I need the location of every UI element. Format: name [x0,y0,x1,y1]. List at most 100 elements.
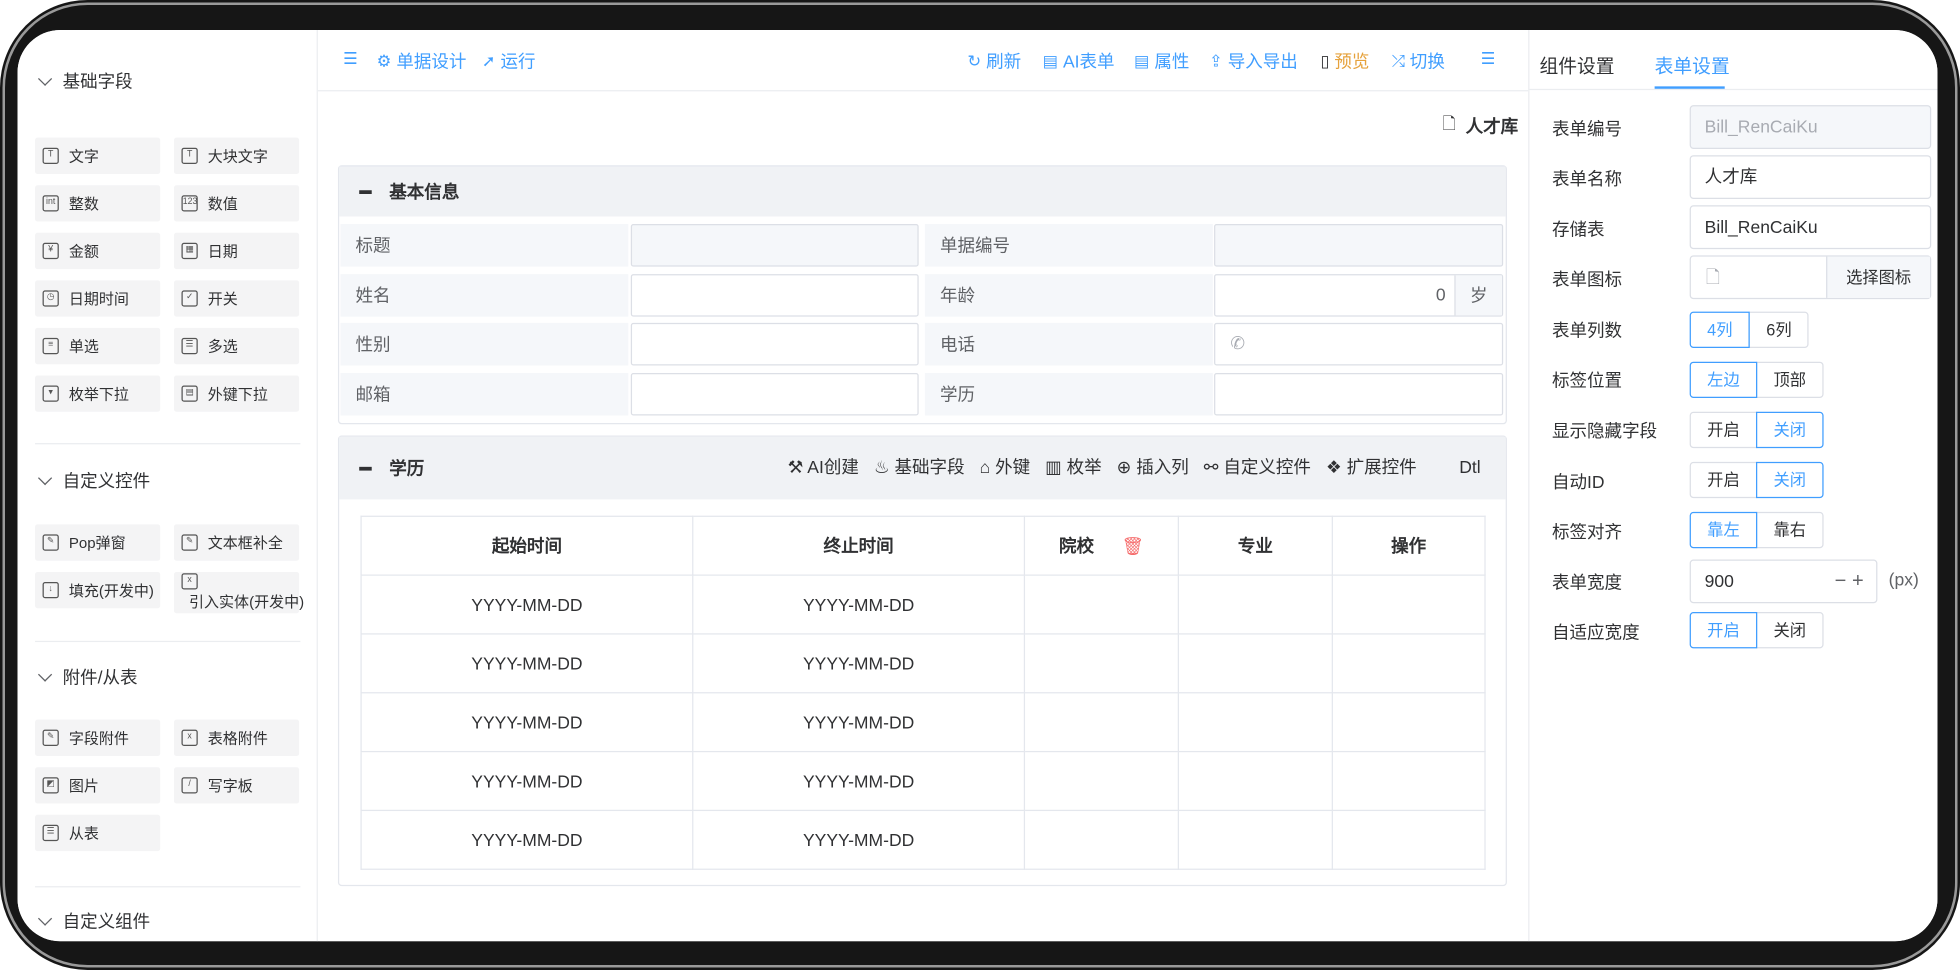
table-cell[interactable]: YYYY-MM-DD [692,750,1026,812]
gender-input[interactable] [630,322,919,366]
palette-item-field-attachment[interactable]: ✎ 字段附件 [35,719,161,756]
group-custom-components[interactable]: 自定义组件 [37,909,150,934]
ai-create-button[interactable]: ⚒ AI创建 [788,454,859,479]
switch-button[interactable]: ⤮ 切换 [1392,49,1445,74]
trash-icon[interactable]: 🗑 [1122,536,1144,556]
table-cell[interactable]: YYYY-MM-DD [360,574,694,635]
phone-input[interactable]: ✆ [1214,322,1504,366]
group-basic-fields[interactable]: 基础字段 [37,69,133,94]
tab-form-settings[interactable]: 表单设置 [1655,53,1730,79]
collapse-left-button[interactable]: ☰ [343,49,358,69]
form-width-input[interactable]: 900 − + [1689,559,1878,604]
palette-item-switch[interactable]: ✓ 开关 [173,280,300,317]
table-cell[interactable] [1023,633,1180,694]
table-cell[interactable] [1331,633,1486,694]
palette-item-money[interactable]: ¥ 金额 [35,232,161,270]
palette-item-radio[interactable]: ≡ 单选 [35,327,161,365]
table-cell[interactable] [1023,809,1180,870]
plus-icon[interactable]: + [1852,571,1864,592]
table-cell[interactable] [1177,633,1333,694]
table-cell[interactable] [1331,574,1486,635]
palette-item-fk-dropdown[interactable]: ▤ 外键下拉 [173,375,300,412]
table-cell[interactable]: YYYY-MM-DD [692,633,1026,694]
ai-form-button[interactable]: ▤ AI表单 [1043,49,1115,74]
column-header[interactable]: 终止时间 [692,515,1026,576]
palette-item-whiteboard[interactable]: / 写字板 [173,767,300,804]
section-header[interactable]: 基本信息 [339,166,1506,217]
palette-item-import-entity[interactable]: x 引入实体(开发中) [173,571,304,614]
palette-item-number[interactable]: 123 数值 [173,185,300,222]
table-cell[interactable] [1177,750,1333,812]
run-button[interactable]: ➚ 运行 [482,49,536,74]
table-cell[interactable]: YYYY-MM-DD [692,692,1026,753]
table-cell[interactable] [1023,750,1180,812]
table-cell[interactable] [1331,809,1486,870]
option-off[interactable]: 关闭 [1756,461,1824,499]
option-6-cols[interactable]: 6列 [1748,311,1810,348]
insert-column-button[interactable]: ⊕ 插入列 [1117,454,1189,479]
table-cell[interactable] [1023,574,1180,635]
table-cell[interactable]: YYYY-MM-DD [360,692,694,753]
column-header[interactable]: 专业 [1177,515,1333,576]
palette-item-date[interactable]: ▦ 日期 [173,232,300,270]
section-header[interactable]: 学历 ⚒ AI创建 ♨ 基础字段 ⌂ 外键 ▥ 枚举 ⊕ 插入列 ⚯ 自定义控件… [339,436,1506,500]
foreign-key-button[interactable]: ⌂ 外键 [980,454,1031,479]
title-input[interactable] [630,224,919,267]
age-input[interactable]: 0 岁 [1214,274,1504,317]
table-cell[interactable] [1331,750,1486,812]
palette-item-subtable[interactable]: ☰ 从表 [35,814,161,852]
column-header[interactable]: 院校 🗑 [1023,515,1180,576]
palette-item-text[interactable]: T 文字 [35,137,161,174]
extend-control-button[interactable]: ❖ 扩展控件 [1326,454,1417,479]
collapse-right-button[interactable]: ☰ [1481,49,1496,69]
import-export-button[interactable]: ⇪ 导入导出 [1209,49,1298,74]
name-input[interactable] [630,274,919,317]
option-4-cols[interactable]: 4列 [1689,311,1751,348]
palette-item-textarea[interactable]: T 大块文字 [173,137,300,174]
bill-no-field[interactable]: Bill_RenCaiKu [1689,105,1932,149]
palette-item-table-attachment[interactable]: x 表格附件 [173,719,300,756]
custom-control-button[interactable]: ⚯ 自定义控件 [1204,454,1311,479]
option-left[interactable]: 左边 [1689,361,1758,399]
storage-table-field[interactable]: Bill_RenCaiKu [1689,205,1932,250]
group-custom-controls[interactable]: 自定义控件 [37,468,150,493]
refresh-button[interactable]: ↻ 刷新 [967,49,1021,74]
design-button[interactable]: ⚙ 单据设计 [377,49,467,74]
palette-item-enum-dropdown[interactable]: ▾ 枚举下拉 [35,375,161,412]
table-cell[interactable] [1177,809,1333,870]
table-cell[interactable]: YYYY-MM-DD [692,809,1026,870]
table-cell[interactable] [1331,692,1486,753]
tab-component-settings[interactable]: 组件设置 [1539,53,1614,79]
form-name-field[interactable]: 人才库 [1689,155,1932,200]
palette-item-image[interactable]: ◩ 图片 [35,767,161,804]
bill-no-input[interactable] [1214,224,1504,267]
minus-icon[interactable]: − [1835,571,1847,592]
basic-field-button[interactable]: ♨ 基础字段 [874,454,965,479]
palette-item-checkbox[interactable]: ☰ 多选 [173,327,300,365]
palette-item-popup[interactable]: ✎ Pop弹窗 [35,524,161,561]
option-align-left[interactable]: 靠左 [1689,511,1758,549]
email-input[interactable] [630,372,919,416]
table-cell[interactable] [1177,692,1333,753]
column-header[interactable]: 操作 [1331,515,1486,576]
preview-button[interactable]: ▯ 预览 [1320,49,1369,74]
option-off[interactable]: 关闭 [1756,612,1824,649]
table-cell[interactable] [1177,574,1333,635]
table-cell[interactable]: YYYY-MM-DD [360,633,694,694]
attrs-button[interactable]: ▤ 属性 [1134,49,1189,74]
column-header[interactable]: 起始时间 [360,515,694,576]
choose-icon-button[interactable]: 选择图标 [1826,256,1930,298]
stepper-buttons[interactable]: − + [1835,561,1864,602]
group-attachments[interactable]: 附件/从表 [37,665,138,690]
palette-item-datetime[interactable]: ◷ 日期时间 [35,280,161,317]
option-on[interactable]: 开启 [1689,461,1758,499]
table-cell[interactable] [1023,692,1180,753]
table-cell[interactable]: YYYY-MM-DD [360,809,694,870]
option-top[interactable]: 顶部 [1756,361,1824,399]
option-on[interactable]: 开启 [1689,612,1758,649]
palette-item-fill[interactable]: ↓ 填充(开发中) [35,571,161,609]
option-off[interactable]: 关闭 [1756,411,1824,449]
enum-button[interactable]: ▥ 枚举 [1045,454,1101,479]
option-align-right[interactable]: 靠右 [1756,511,1824,549]
table-cell[interactable]: YYYY-MM-DD [692,574,1026,635]
